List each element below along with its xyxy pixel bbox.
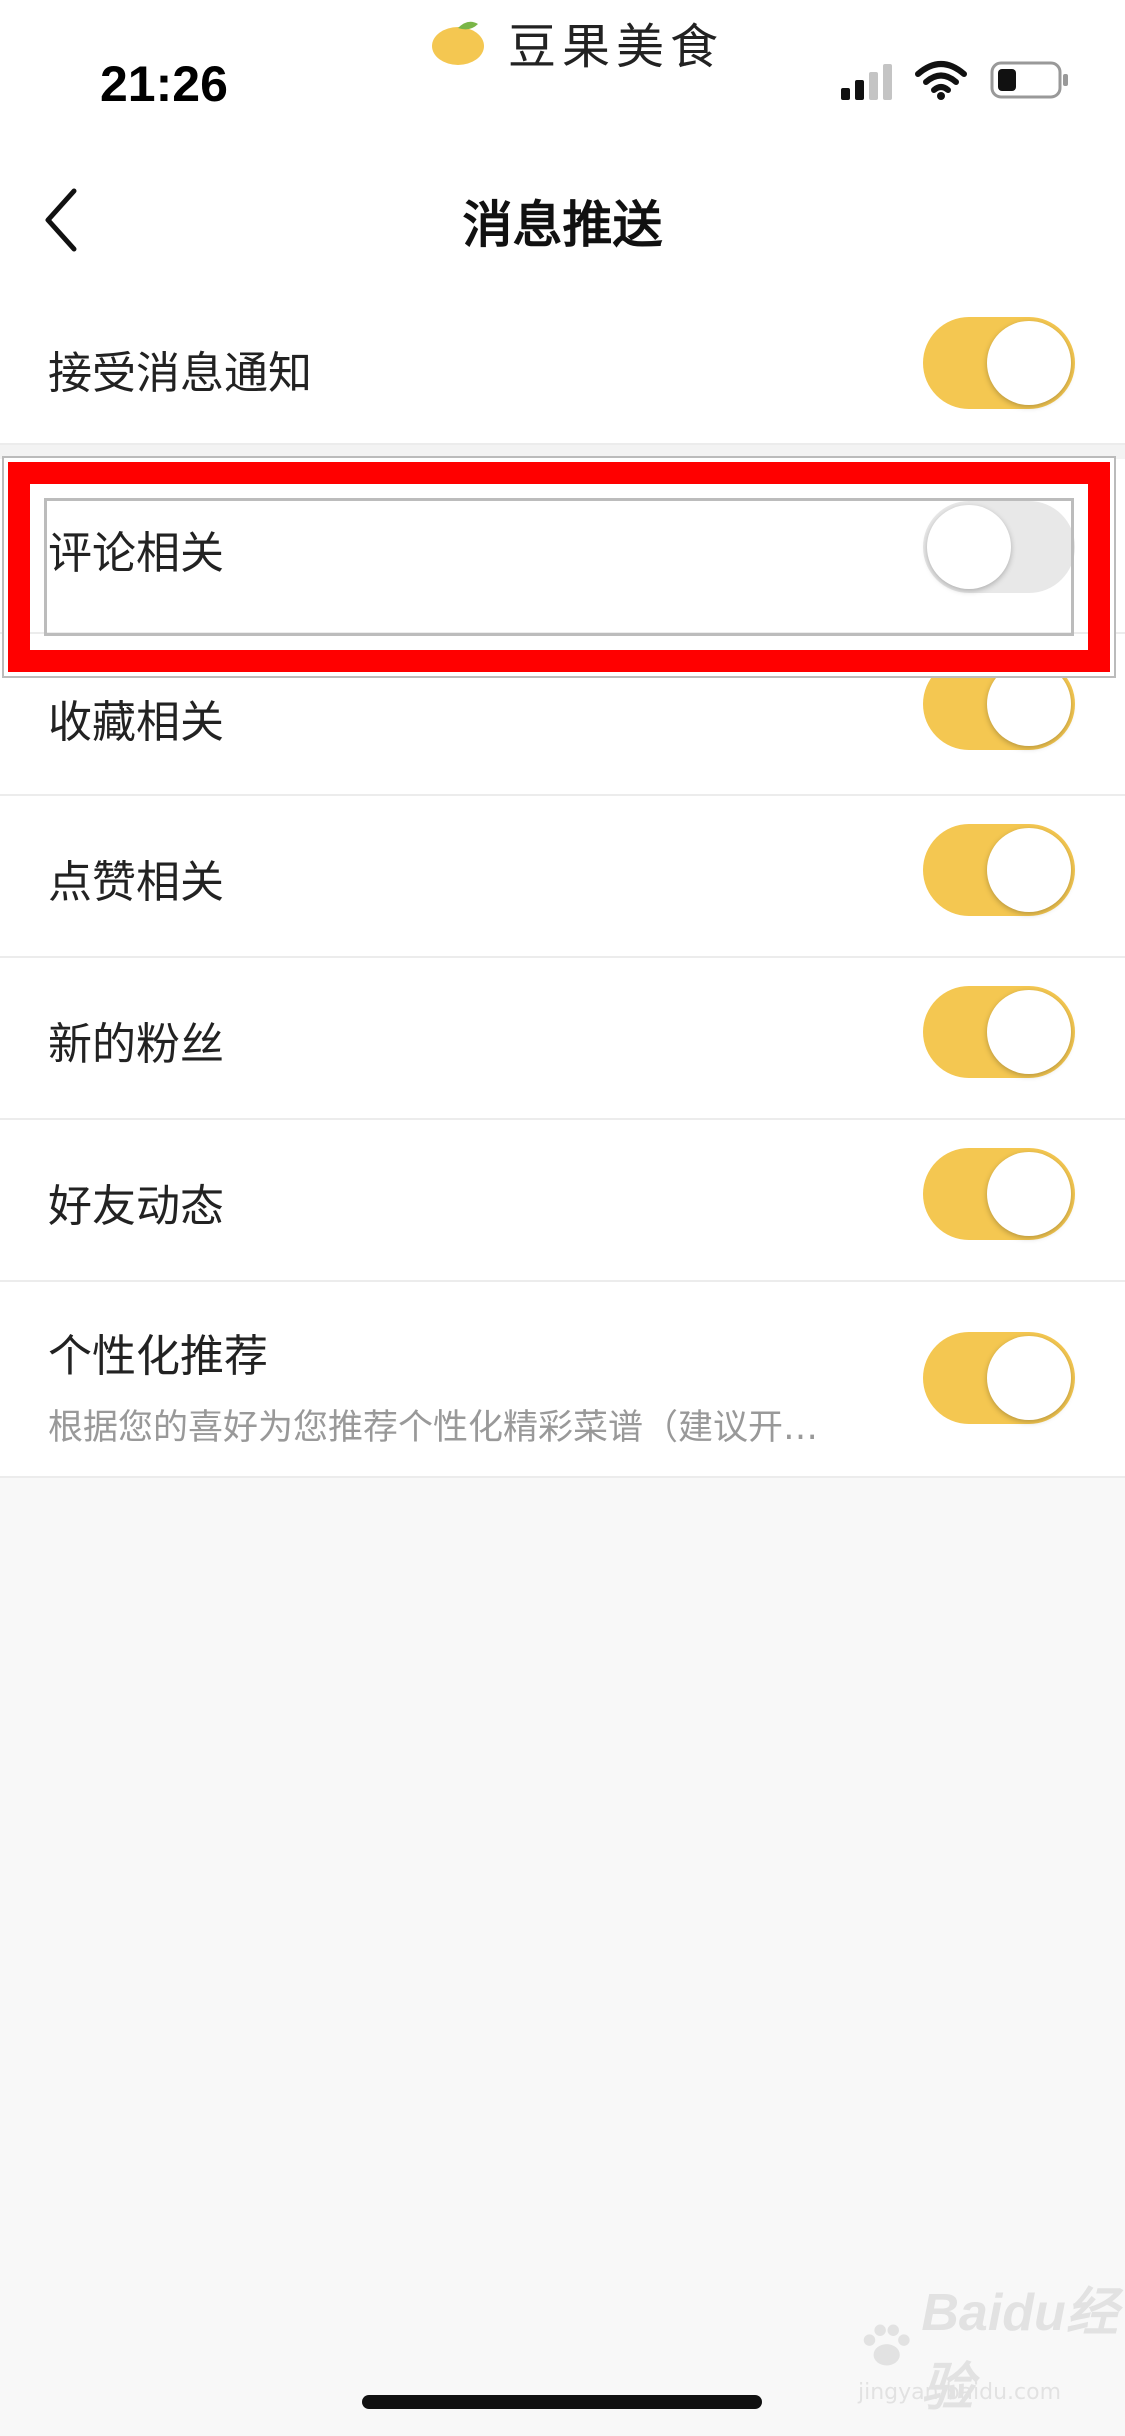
- setting-row-personalized-recommendations: 个性化推荐 根据您的喜好为您推荐个性化精彩菜谱（建议开…: [0, 1282, 1125, 1478]
- personalized-recommendations-toggle[interactable]: [923, 1332, 1075, 1424]
- home-indicator[interactable]: [362, 2395, 762, 2409]
- setting-label: 新的粉丝: [48, 1019, 224, 1070]
- battery-icon: [990, 61, 1068, 99]
- brand-logo-icon: [432, 21, 484, 65]
- nav-bar: 消息推送: [0, 130, 1125, 300]
- likes-toggle[interactable]: [923, 824, 1075, 916]
- setting-label: 个性化推荐: [48, 1331, 268, 1382]
- watermark: Baidu经验 jingyan.baidu.com: [858, 2284, 1125, 2417]
- favorites-toggle[interactable]: [923, 658, 1075, 750]
- brand: 豆果美食: [430, 12, 724, 75]
- new-fans-toggle[interactable]: [923, 986, 1075, 1078]
- paw-icon: [863, 2324, 910, 2366]
- setting-label: 好友动态: [48, 1181, 224, 1232]
- wifi-icon: [915, 61, 967, 100]
- status-time: 21:26: [100, 56, 228, 112]
- setting-row-likes: 点赞相关: [0, 796, 1125, 958]
- friend-activity-toggle[interactable]: [923, 1148, 1075, 1240]
- comments-toggle[interactable]: [923, 501, 1075, 593]
- setting-label: 接受消息通知: [48, 348, 312, 399]
- setting-row-accept-notifications: 接受消息通知: [0, 285, 1125, 445]
- setting-description: 根据您的喜好为您推荐个性化精彩菜谱（建议开…: [48, 1408, 819, 1448]
- accept-notifications-toggle[interactable]: [923, 317, 1075, 409]
- settings-list: 接受消息通知 评论相关 收藏相关 点赞相关 新的粉丝 好友动态 个性化推荐 根据…: [0, 285, 1125, 1478]
- setting-row-new-fans: 新的粉丝: [0, 958, 1125, 1120]
- setting-label: 收藏相关: [48, 697, 224, 748]
- page-title: 消息推送: [462, 196, 663, 254]
- setting-row-comments: 评论相关: [0, 459, 1125, 634]
- section-divider: [0, 445, 1125, 459]
- setting-row-friend-activity: 好友动态: [0, 1120, 1125, 1282]
- setting-label: 评论相关: [48, 528, 224, 579]
- brand-name: 豆果美食: [508, 19, 725, 75]
- setting-label: 点赞相关: [48, 857, 224, 908]
- setting-row-favorites: 收藏相关: [0, 634, 1125, 796]
- status-bar: 豆果美食 21:26: [0, 0, 1125, 130]
- status-icons: [836, 60, 1070, 100]
- watermark-url: jingyan.baidu.com: [858, 2380, 1062, 2405]
- cellular-signal-icon: [836, 60, 892, 100]
